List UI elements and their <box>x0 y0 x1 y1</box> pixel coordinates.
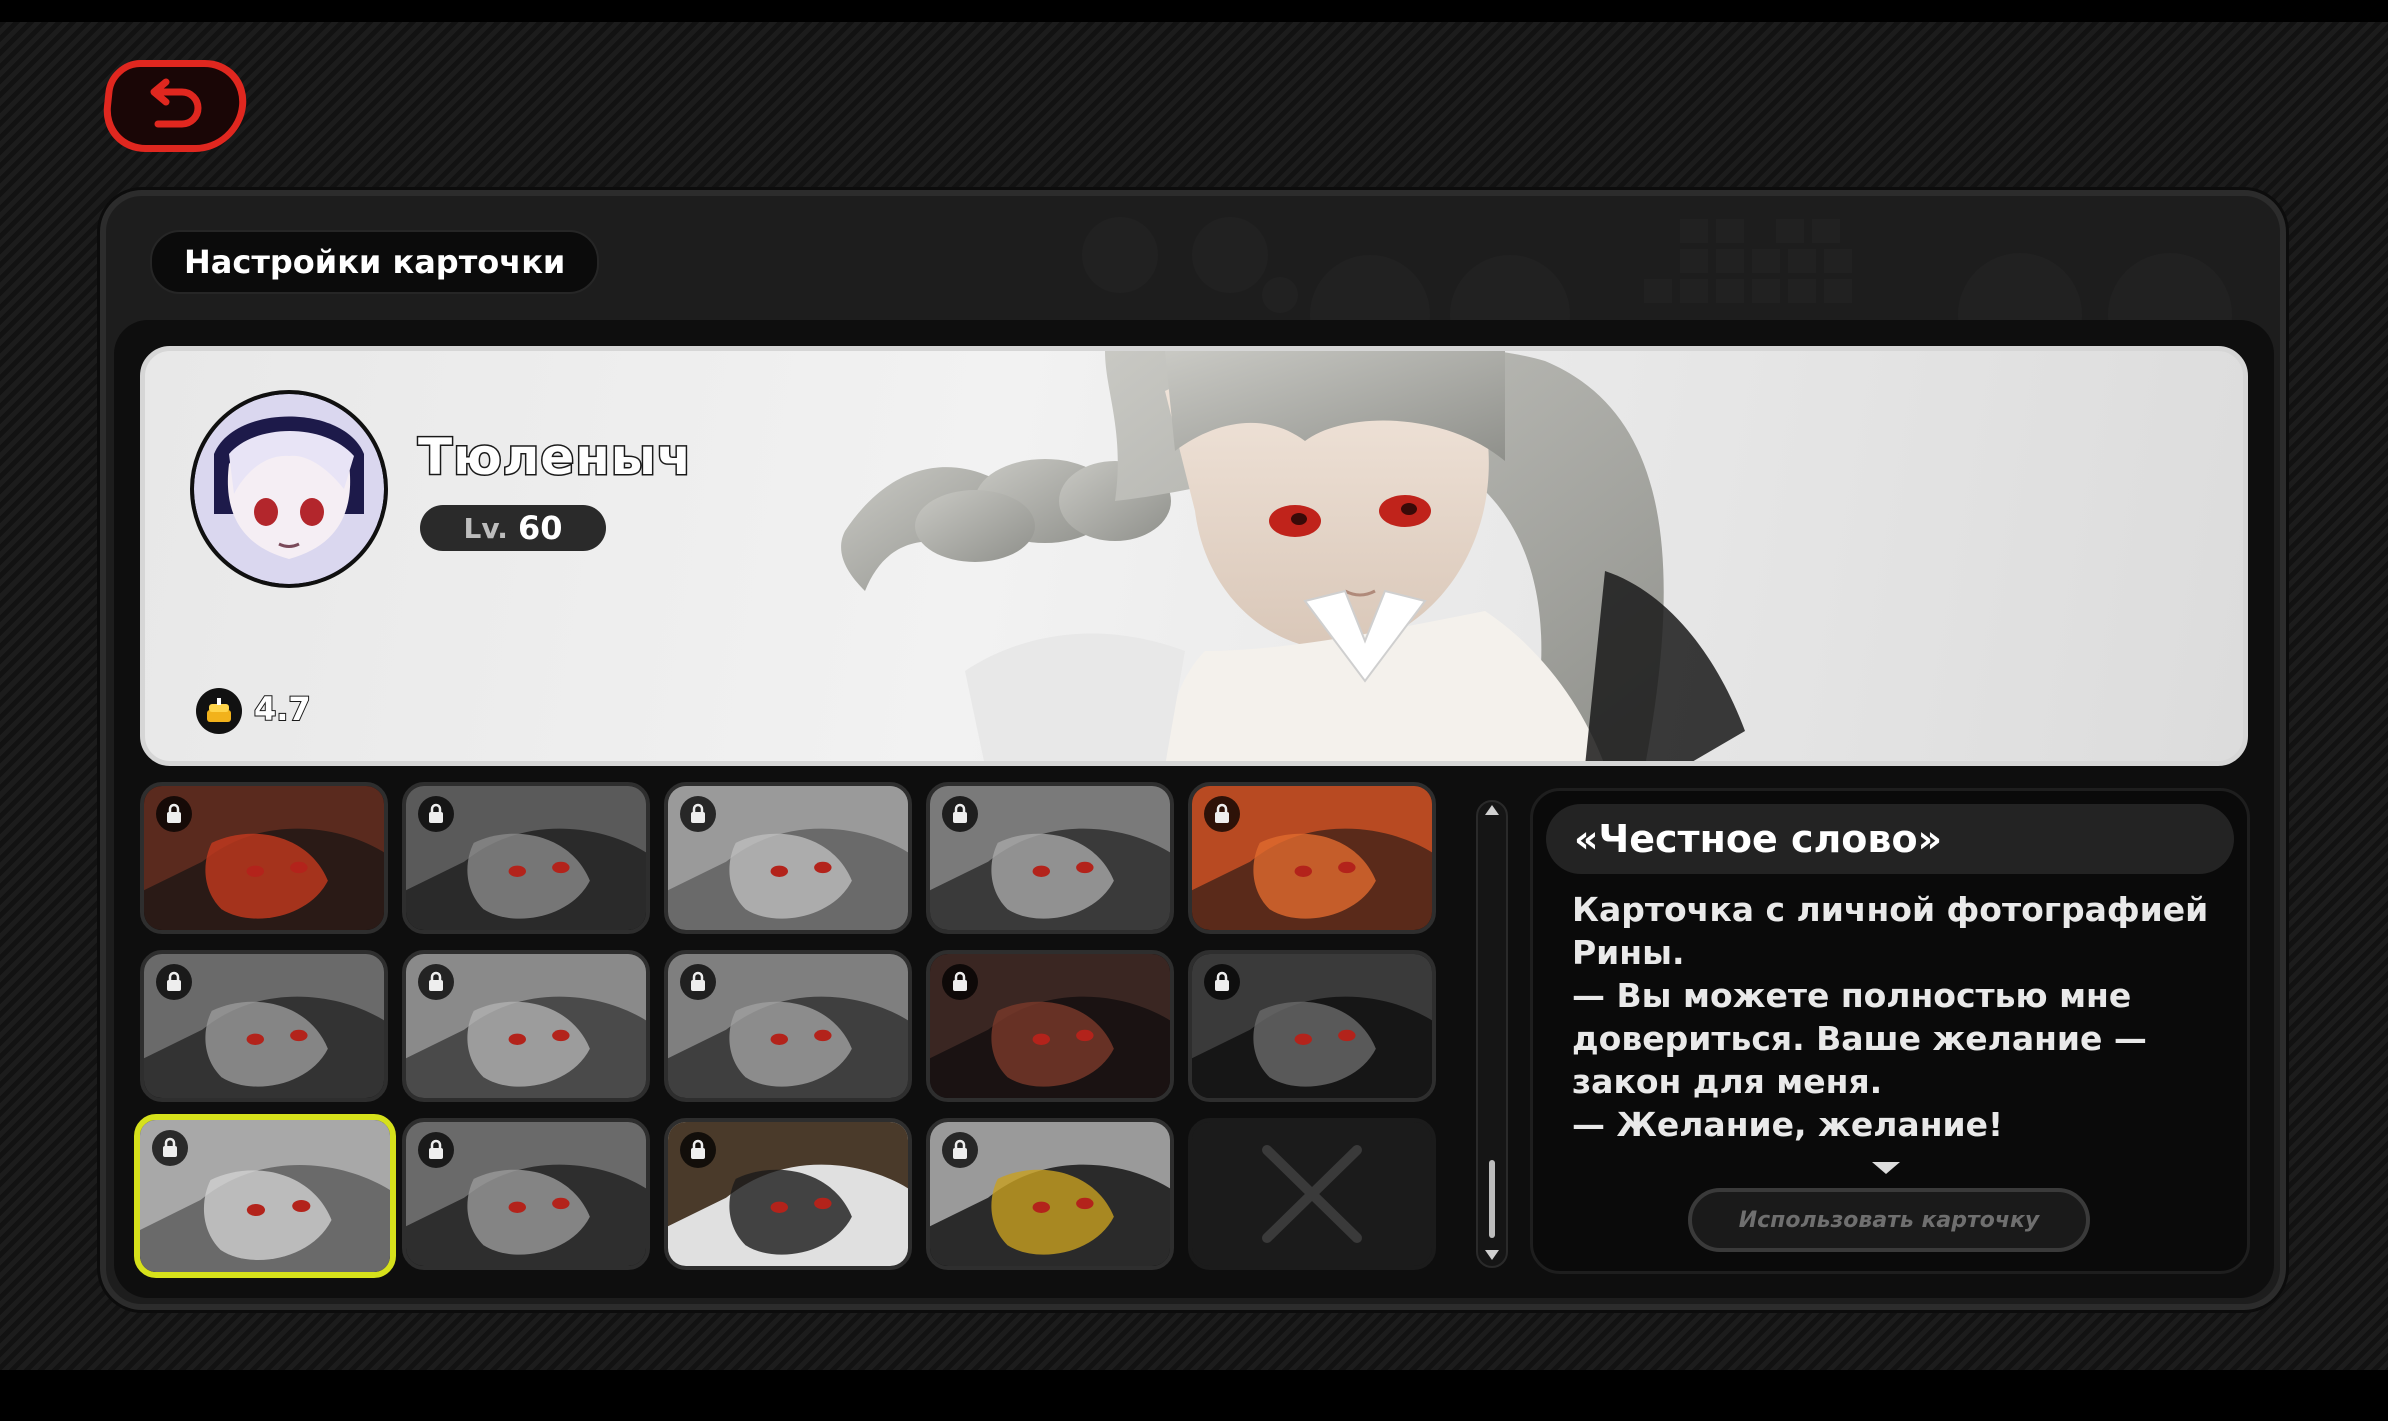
card-thumbnail[interactable] <box>664 1118 912 1270</box>
card-thumbnail[interactable] <box>1188 950 1436 1102</box>
lock-icon <box>680 964 716 1000</box>
lock-icon <box>680 796 716 832</box>
level-value: 60 <box>517 509 563 547</box>
lock-icon <box>1204 964 1240 1000</box>
empty-x-icon <box>1262 1145 1362 1243</box>
card-thumbnail[interactable] <box>926 1118 1174 1270</box>
card-thumbnail[interactable] <box>1188 782 1436 934</box>
level-badge: Lv. 60 <box>420 505 606 551</box>
scroll-down-icon[interactable] <box>1485 1250 1499 1260</box>
avatar-portrait <box>194 394 384 584</box>
card-thumbnail[interactable] <box>134 1114 396 1278</box>
lock-icon <box>418 1132 454 1168</box>
lock-icon <box>152 1130 188 1166</box>
decorative-pattern <box>1082 217 2232 325</box>
card-thumbnail[interactable] <box>402 1118 650 1270</box>
player-name: Тюленыч <box>416 427 693 488</box>
card-thumbnail[interactable] <box>140 950 388 1102</box>
return-arrow-icon <box>150 78 202 128</box>
card-thumbnail[interactable] <box>402 782 650 934</box>
description-line: Карточка с личной фотографией Рины. <box>1572 890 2209 972</box>
lock-icon <box>418 796 454 832</box>
lock-icon <box>942 1132 978 1168</box>
lock-icon <box>942 964 978 1000</box>
lock-icon <box>680 1132 716 1168</box>
lock-icon <box>156 964 192 1000</box>
cake-icon <box>196 688 242 734</box>
card-thumbnail[interactable] <box>140 782 388 934</box>
back-button[interactable] <box>99 60 251 152</box>
badge-value: 4.7 <box>253 689 312 729</box>
description-line: — Вы можете полностью мне довериться. Ва… <box>1572 976 2147 1101</box>
card-thumbnail[interactable] <box>402 950 650 1102</box>
more-text-arrow-icon <box>1872 1162 1900 1174</box>
avatar[interactable] <box>190 390 388 588</box>
card-thumbnail[interactable] <box>664 950 912 1102</box>
page-title: Настройки карточки <box>150 230 600 294</box>
card-description: Карточка с личной фотографией Рины. — Вы… <box>1572 888 2212 1156</box>
lock-icon <box>1204 796 1240 832</box>
empty-card-slot[interactable] <box>1188 1118 1436 1270</box>
card-thumbnail[interactable] <box>664 782 912 934</box>
card-title: «Честное слово» <box>1546 804 2234 874</box>
card-thumbnail[interactable] <box>926 950 1174 1102</box>
bottom-letterbox <box>0 1370 2388 1421</box>
card-grid <box>134 782 1460 1282</box>
scroll-up-icon[interactable] <box>1485 805 1499 815</box>
card-thumbnail[interactable] <box>926 782 1174 934</box>
lock-icon <box>156 796 192 832</box>
scroll-thumb[interactable] <box>1489 1160 1495 1238</box>
lock-icon <box>942 796 978 832</box>
character-art <box>841 351 1745 761</box>
lock-icon <box>418 964 454 1000</box>
description-line: — Желание, желание! <box>1572 1105 2004 1144</box>
level-prefix: Lv. <box>463 511 508 545</box>
top-letterbox <box>0 0 2388 22</box>
use-card-button[interactable]: Использовать карточку <box>1688 1188 2090 1252</box>
profile-banner <box>140 346 2248 766</box>
